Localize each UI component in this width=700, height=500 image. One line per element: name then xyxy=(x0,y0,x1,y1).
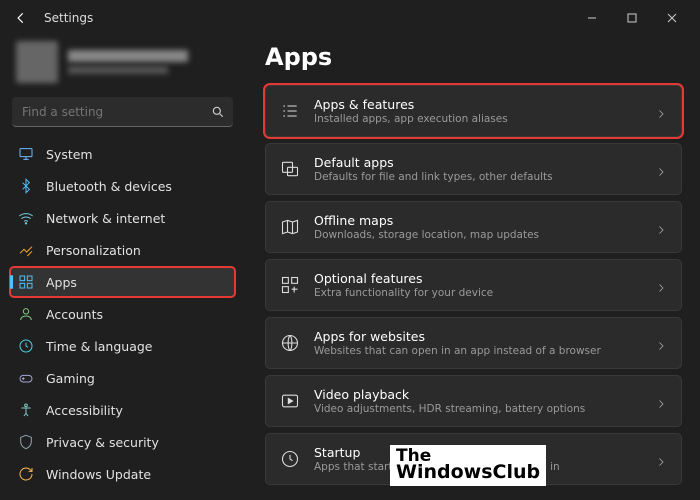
main-content: Apps Apps & features Installed apps, app… xyxy=(245,35,700,500)
sidebar-item-personalization[interactable]: Personalization xyxy=(10,235,235,265)
chevron-right-icon xyxy=(655,163,667,175)
sidebar-item-accessibility[interactable]: Accessibility xyxy=(10,395,235,425)
chevron-right-icon xyxy=(655,395,667,407)
personalization-icon xyxy=(18,242,34,258)
card-title: Offline maps xyxy=(314,213,641,228)
sidebar-item-label: Gaming xyxy=(46,371,95,386)
sidebar-item-apps[interactable]: Apps xyxy=(10,267,235,297)
sidebar-item-label: Time & language xyxy=(46,339,152,354)
card-title: Apps for websites xyxy=(314,329,641,344)
card-subtitle: Websites that can open in an app instead… xyxy=(314,345,641,358)
map-icon xyxy=(280,217,300,237)
card-subtitle: Defaults for file and link types, other … xyxy=(314,171,641,184)
card-optional-features[interactable]: Optional features Extra functionality fo… xyxy=(265,259,682,311)
card-subtitle: Video adjustments, HDR streaming, batter… xyxy=(314,403,641,416)
card-subtitle: Extra functionality for your device xyxy=(314,287,641,300)
card-title: Apps & features xyxy=(314,97,641,112)
search-input[interactable] xyxy=(12,97,233,127)
accessibility-icon xyxy=(18,402,34,418)
close-button[interactable] xyxy=(652,4,692,32)
user-name xyxy=(68,50,188,62)
page-title: Apps xyxy=(265,43,682,71)
gaming-icon xyxy=(18,370,34,386)
watermark: The WindowsClub xyxy=(390,445,546,486)
sidebar-item-label: Bluetooth & devices xyxy=(46,179,172,194)
sidebar-item-label: Apps xyxy=(46,275,77,290)
privacy-icon xyxy=(18,434,34,450)
update-icon xyxy=(18,466,34,482)
sidebar-item-system[interactable]: System xyxy=(10,139,235,169)
globe-icon xyxy=(280,333,300,353)
card-apps-features[interactable]: Apps & features Installed apps, app exec… xyxy=(265,85,682,137)
card-title: Default apps xyxy=(314,155,641,170)
accounts-icon xyxy=(18,306,34,322)
chevron-right-icon xyxy=(655,453,667,465)
sidebar-item-label: System xyxy=(46,147,93,162)
titlebar: Settings xyxy=(0,0,700,35)
bluetooth-icon xyxy=(18,178,34,194)
optional-icon xyxy=(280,275,300,295)
sidebar-item-accounts[interactable]: Accounts xyxy=(10,299,235,329)
user-profile[interactable] xyxy=(10,35,235,93)
sidebar-item-gaming[interactable]: Gaming xyxy=(10,363,235,393)
chevron-right-icon xyxy=(655,279,667,291)
network-icon xyxy=(18,210,34,226)
sidebar-item-label: Personalization xyxy=(46,243,141,258)
sidebar-item-label: Privacy & security xyxy=(46,435,159,450)
startup-icon xyxy=(280,449,300,469)
system-icon xyxy=(18,146,34,162)
video-icon xyxy=(280,391,300,411)
sidebar-item-label: Network & internet xyxy=(46,211,165,226)
card-offline-maps[interactable]: Offline maps Downloads, storage location… xyxy=(265,201,682,253)
sidebar-item-privacy[interactable]: Privacy & security xyxy=(10,427,235,457)
avatar xyxy=(16,41,58,83)
sidebar-item-label: Windows Update xyxy=(46,467,151,482)
apps-icon xyxy=(18,274,34,290)
default-apps-icon xyxy=(280,159,300,179)
sidebar-item-label: Accessibility xyxy=(46,403,123,418)
user-email xyxy=(68,66,168,74)
card-title: Optional features xyxy=(314,271,641,286)
sidebar-item-time[interactable]: Time & language xyxy=(10,331,235,361)
card-title: Video playback xyxy=(314,387,641,402)
list-icon xyxy=(280,101,300,121)
sidebar: System Bluetooth & devices Network & int… xyxy=(0,35,245,500)
minimize-button[interactable] xyxy=(572,4,612,32)
window-title: Settings xyxy=(44,11,93,25)
sidebar-item-bluetooth[interactable]: Bluetooth & devices xyxy=(10,171,235,201)
chevron-right-icon xyxy=(655,105,667,117)
search-icon xyxy=(211,104,225,123)
card-subtitle: Downloads, storage location, map updates xyxy=(314,229,641,242)
card-video-playback[interactable]: Video playback Video adjustments, HDR st… xyxy=(265,375,682,427)
card-apps-websites[interactable]: Apps for websites Websites that can open… xyxy=(265,317,682,369)
maximize-button[interactable] xyxy=(612,4,652,32)
card-default-apps[interactable]: Default apps Defaults for file and link … xyxy=(265,143,682,195)
sidebar-item-update[interactable]: Windows Update xyxy=(10,459,235,489)
sidebar-item-network[interactable]: Network & internet xyxy=(10,203,235,233)
chevron-right-icon xyxy=(655,337,667,349)
card-subtitle: Installed apps, app execution aliases xyxy=(314,113,641,126)
chevron-right-icon xyxy=(655,221,667,233)
sidebar-item-label: Accounts xyxy=(46,307,103,322)
search-box[interactable] xyxy=(12,97,233,127)
time-icon xyxy=(18,338,34,354)
back-button[interactable] xyxy=(8,5,34,31)
